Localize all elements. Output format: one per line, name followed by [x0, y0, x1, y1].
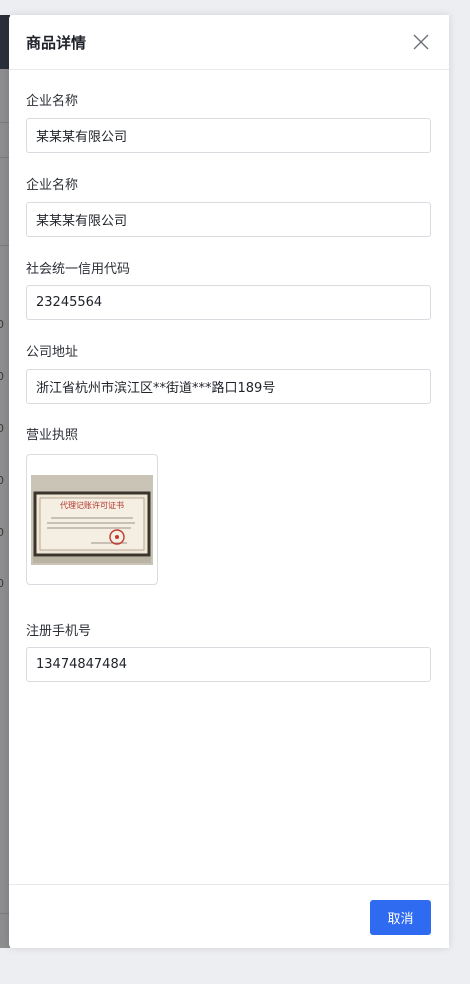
- business-license-label: 营业执照: [26, 428, 79, 443]
- drawer-header: 商品详情: [9, 15, 449, 70]
- company-name-field[interactable]: [26, 118, 431, 153]
- close-icon: [411, 32, 431, 52]
- background-cell: 0: [0, 422, 4, 435]
- background-cell: 0: [0, 370, 4, 383]
- company-name-label: 企业名称: [26, 94, 79, 109]
- background-cell: 0: [0, 318, 4, 331]
- phone-field[interactable]: [26, 647, 431, 682]
- background-cell: 0: [0, 577, 4, 590]
- detail-drawer: 商品详情 企业名称 企业名称 社会统一信用代码 公司地址 营业执照: [9, 15, 449, 948]
- certificate-image: 代理记账许可证书: [31, 474, 153, 565]
- company-name-field-2[interactable]: [26, 202, 431, 237]
- background-cell: 0: [0, 474, 4, 487]
- drawer-title: 商品详情: [26, 33, 87, 52]
- business-license-thumbnail[interactable]: 代理记账许可证书: [26, 454, 158, 585]
- address-label: 公司地址: [26, 345, 79, 360]
- address-field[interactable]: [26, 369, 431, 404]
- close-button[interactable]: [411, 32, 431, 52]
- background-cell: 0: [0, 526, 4, 539]
- phone-label: 注册手机号: [26, 624, 92, 639]
- cancel-button[interactable]: 取消: [370, 900, 431, 935]
- certificate-title: 代理记账许可证书: [60, 500, 124, 510]
- company-name-label-2: 企业名称: [26, 178, 79, 193]
- credit-code-label: 社会统一信用代码: [26, 262, 131, 277]
- credit-code-field[interactable]: [26, 285, 431, 320]
- drawer-footer: 取消: [9, 884, 449, 948]
